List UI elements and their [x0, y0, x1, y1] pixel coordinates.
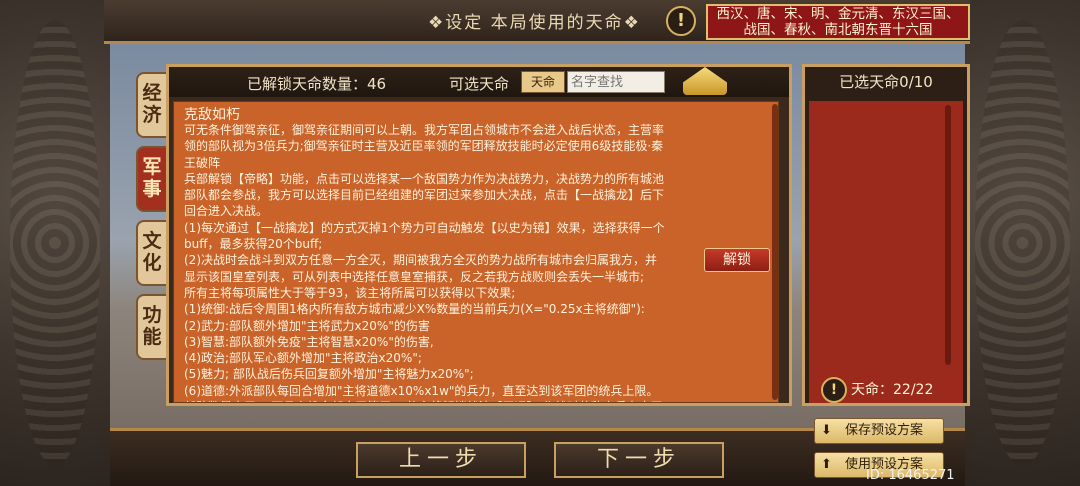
- next-button[interactable]: 下一步: [554, 442, 724, 478]
- tianming-description: 可无条件御驾亲征，御驾亲征期间可以上朝。我方军团占领城市不会进入战后状态，主营率…: [184, 123, 665, 402]
- search-input[interactable]: [567, 71, 665, 93]
- selected-scrollbar[interactable]: [945, 105, 951, 365]
- select-label: 可选天命: [449, 75, 510, 93]
- tab-economy[interactable]: 经 济: [136, 72, 168, 138]
- main-header: 已解锁天命数量：46 可选天命 天命: [169, 67, 789, 97]
- tab-function[interactable]: 功 能: [136, 294, 168, 360]
- warning-icon[interactable]: !: [666, 6, 696, 36]
- selected-panel: 已选天命0/10 ! 天命：22/22: [802, 64, 970, 406]
- tianming-filter-button[interactable]: 天命: [521, 71, 565, 93]
- warning-icon: !: [821, 377, 847, 403]
- unlocked-count: 已解锁天命数量：46: [247, 75, 387, 93]
- upload-icon: ⬆: [821, 457, 832, 472]
- description-scrollbar[interactable]: [772, 104, 778, 400]
- player-id: ID: 16465271: [866, 468, 955, 483]
- page-title: ❖设定 本局使用的天命❖: [428, 13, 641, 33]
- tianming-name: 克敌如朽: [184, 107, 240, 123]
- tab-culture[interactable]: 文 化: [136, 220, 168, 286]
- save-preset-label: 保存预设方案: [845, 423, 924, 438]
- tianming-list-panel: 已解锁天命数量：46 可选天命 天命 克敌如朽 可无条件御驾亲征，御驾亲征期间可…: [166, 64, 792, 406]
- prev-button[interactable]: 上一步: [356, 442, 526, 478]
- dynasty-list: 西汉、唐、宋、明、金元清、东汉三国、战国、春秋、南北朝东晋十六国: [706, 4, 970, 40]
- tianming-count: 天命：22/22: [851, 382, 934, 398]
- selected-title: 已选天命0/10: [839, 73, 933, 91]
- gold-emblem-icon[interactable]: [683, 67, 727, 95]
- save-preset-button[interactable]: ⬇ 保存预设方案: [814, 418, 944, 444]
- unlock-button[interactable]: 解锁: [704, 248, 770, 272]
- tab-military[interactable]: 军 事: [136, 146, 168, 212]
- left-dragon-decoration: [0, 0, 110, 486]
- tianming-count-row: ! 天命：22/22: [821, 377, 933, 403]
- download-icon: ⬇: [821, 423, 832, 438]
- right-dragon-decoration: [965, 0, 1080, 486]
- description-panel[interactable]: 克敌如朽 可无条件御驾亲征，御驾亲征期间可以上朝。我方军团占领城市不会进入战后状…: [173, 101, 779, 403]
- selected-list[interactable]: ! 天命：22/22: [809, 101, 963, 403]
